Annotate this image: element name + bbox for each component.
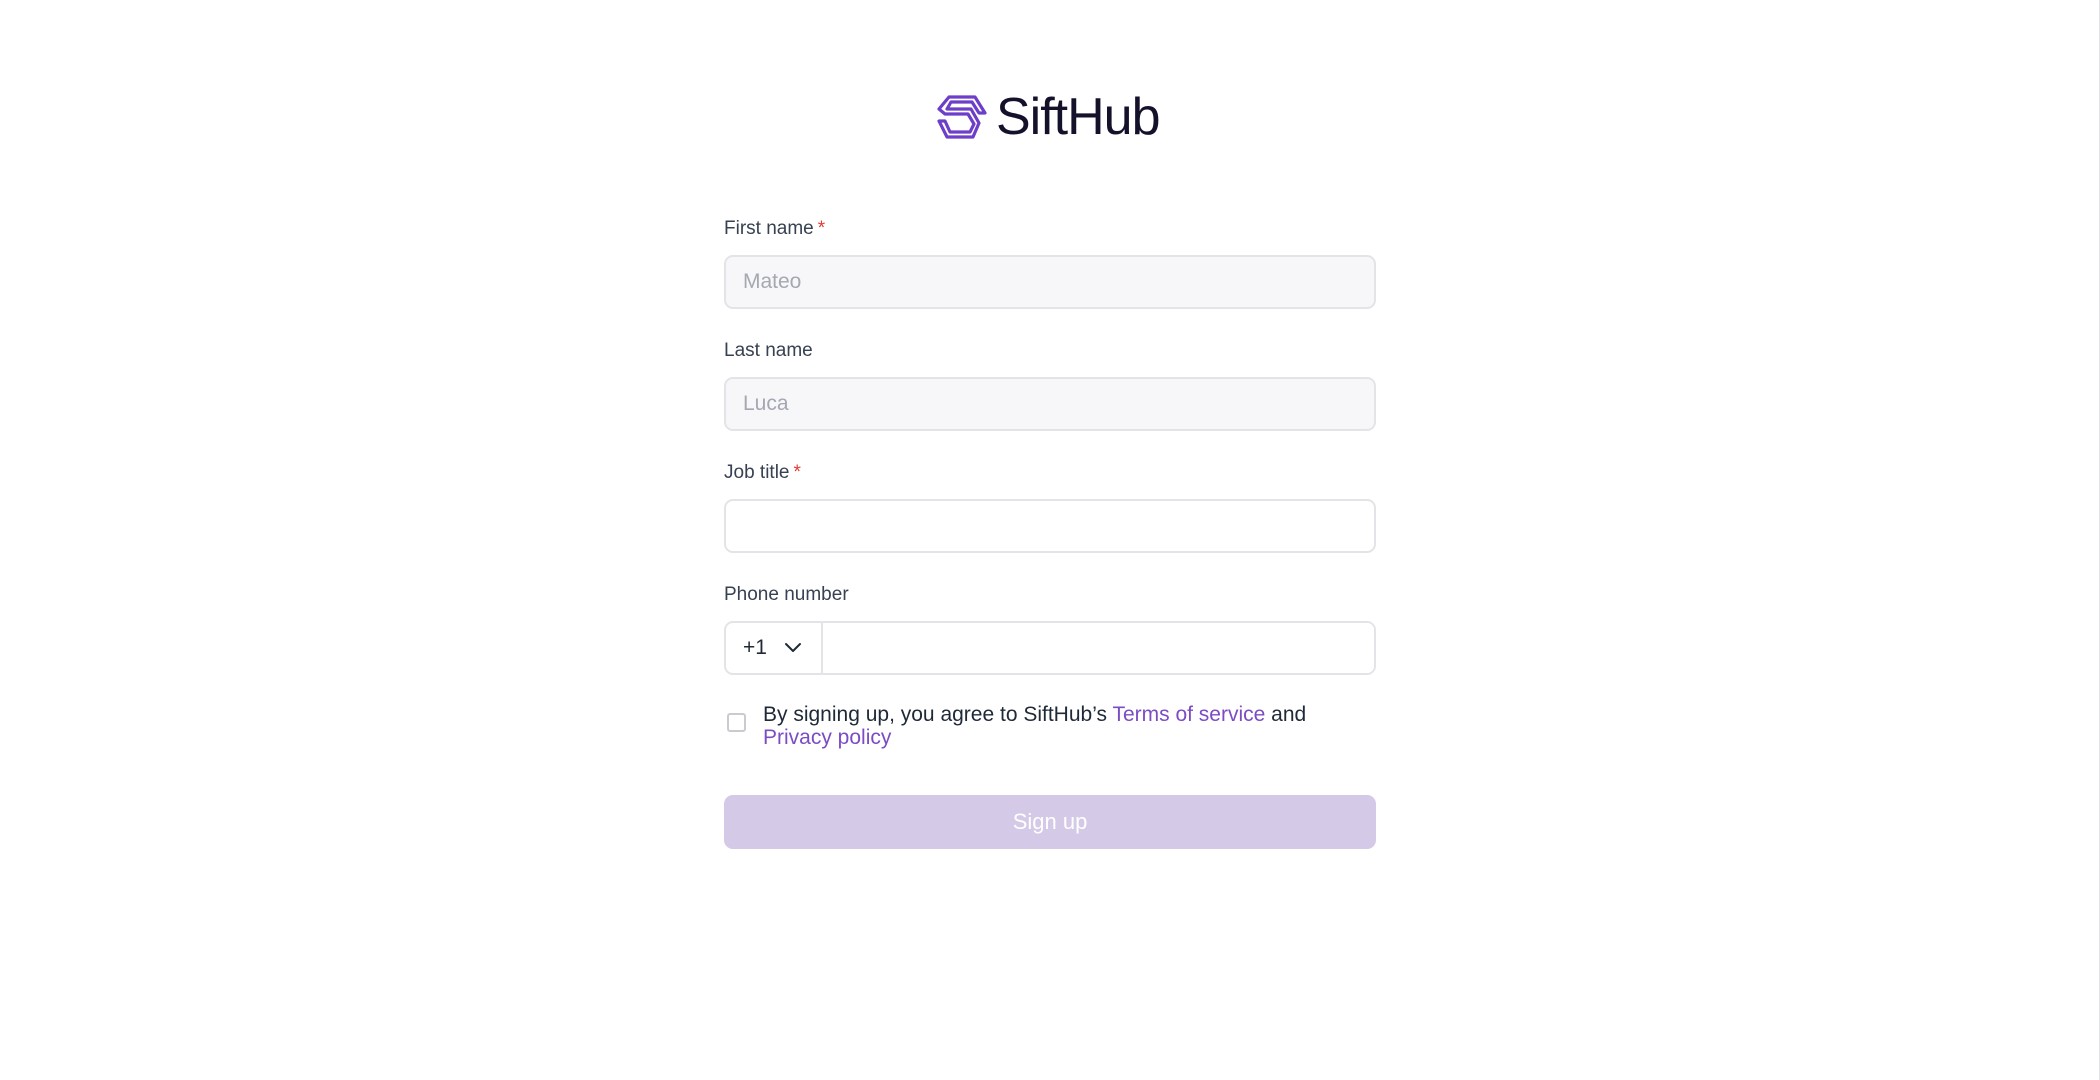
first-name-field: First name * — [724, 216, 1376, 309]
first-name-input[interactable] — [724, 255, 1376, 309]
required-marker: * — [817, 218, 826, 239]
phone-input-group: +1 — [724, 621, 1376, 675]
phone-label: Phone number — [724, 584, 849, 605]
country-code-value: +1 — [743, 636, 767, 659]
required-marker: * — [793, 462, 801, 483]
terms-agreement: By signing up, you agree to SiftHub’s Te… — [724, 703, 1376, 749]
phone-field: Phone number +1 — [724, 582, 1376, 675]
first-name-label: First name * — [724, 216, 1376, 242]
terms-text: By signing up, you agree to SiftHub’s Te… — [763, 703, 1323, 749]
first-name-label-text: First name — [724, 218, 814, 239]
last-name-input[interactable] — [724, 377, 1376, 431]
terms-prefix: By signing up, you agree to SiftHub’s — [763, 703, 1113, 726]
terms-middle: and — [1265, 703, 1307, 726]
last-name-label: Last name — [724, 340, 813, 361]
privacy-policy-link[interactable]: Privacy policy — [763, 726, 891, 749]
job-title-label-text: Job title — [724, 462, 790, 483]
signup-page: SiftHub First name* Last name Job title*… — [0, 0, 2100, 1080]
phone-number-input[interactable] — [823, 623, 1374, 673]
job-title-input[interactable] — [724, 499, 1376, 553]
sign-up-button[interactable]: Sign up — [724, 795, 1376, 849]
brand-name: SiftHub — [996, 88, 1161, 146]
sifthub-logo: SiftHub — [935, 88, 1161, 146]
country-code-select[interactable]: +1 — [726, 623, 823, 673]
last-name-field: Last name — [724, 338, 1376, 431]
signup-form: First name* Last name Job title* Phone n… — [724, 216, 1376, 849]
terms-checkbox[interactable] — [727, 713, 746, 732]
sifthub-logo-icon — [937, 95, 987, 139]
chevron-down-icon — [784, 643, 801, 652]
job-title-label: Job title * — [724, 460, 1376, 486]
terms-of-service-link[interactable]: Terms of service — [1112, 703, 1265, 726]
job-title-field: Job title * — [724, 460, 1376, 553]
